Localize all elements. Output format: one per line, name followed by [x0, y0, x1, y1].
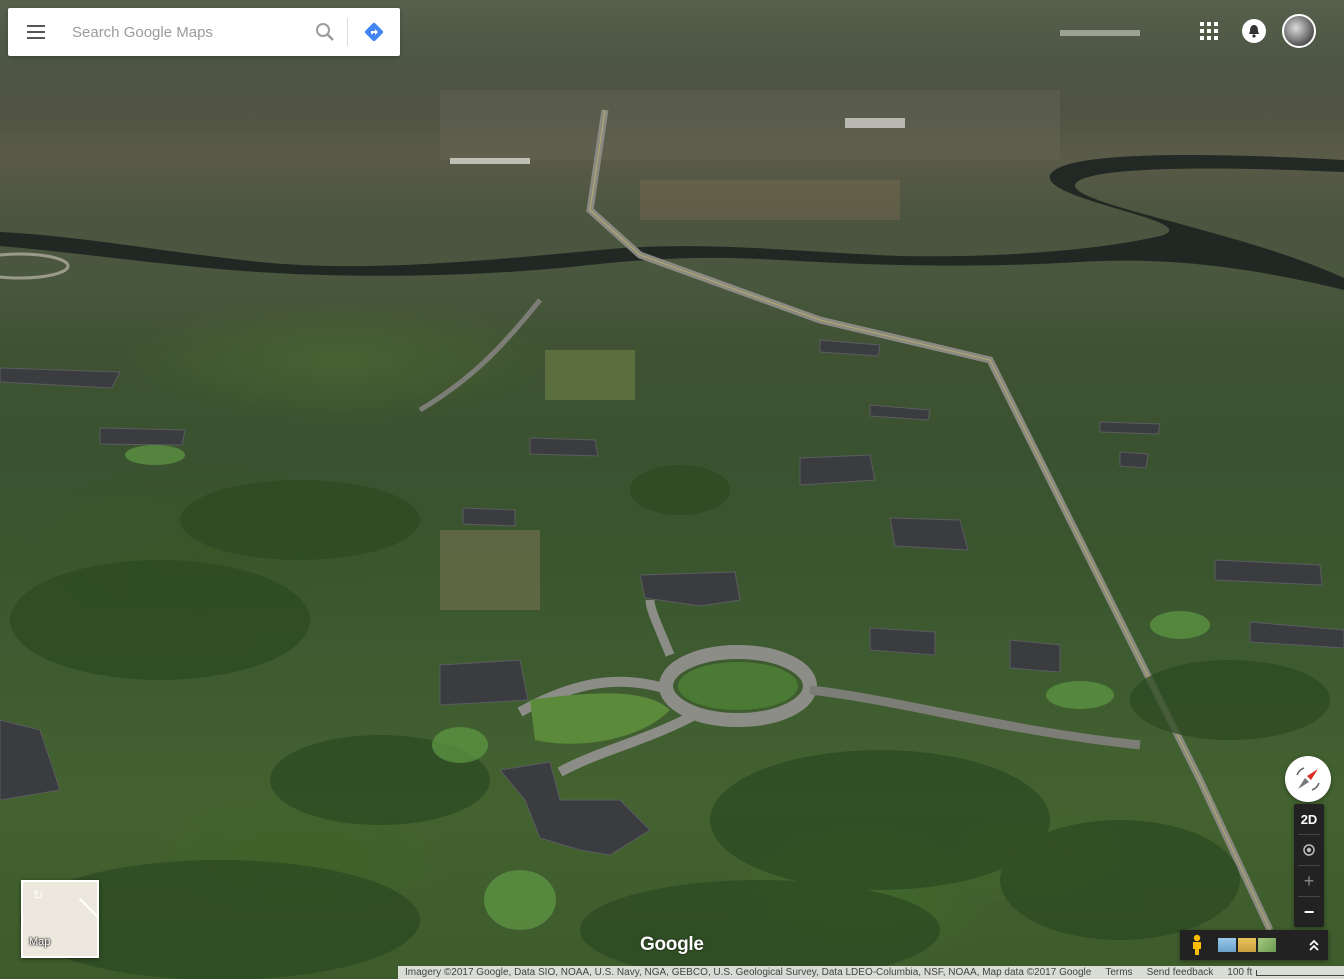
google-logo: Google	[640, 934, 704, 955]
bottom-widget	[1180, 930, 1328, 960]
my-location-icon[interactable]	[1294, 835, 1324, 865]
notifications-icon[interactable]	[1242, 19, 1266, 43]
search-input[interactable]	[64, 8, 303, 56]
search-icon[interactable]	[303, 8, 347, 56]
scale-indicator[interactable]: 100 ft	[1220, 967, 1344, 978]
satellite-map-view[interactable]	[0, 0, 1344, 979]
attribution-footer: Imagery ©2017 Google, Data SIO, NOAA, U.…	[398, 966, 1344, 979]
compass-icon[interactable]	[1285, 756, 1331, 802]
pegman-icon[interactable]	[1186, 933, 1208, 957]
map-type-toggle[interactable]: ↻ Map	[21, 880, 99, 958]
rotate-icon: ↻	[33, 888, 44, 902]
search-box	[8, 8, 400, 56]
satellite-imagery	[0, 30, 1344, 979]
attribution-text: Imagery ©2017 Google, Data SIO, NOAA, U.…	[405, 967, 1092, 978]
zoom-out-button[interactable]: −	[1294, 897, 1324, 927]
imagery-thumbnail-3[interactable]	[1258, 938, 1276, 952]
minimap-road	[78, 897, 97, 921]
send-feedback-link[interactable]: Send feedback	[1140, 967, 1221, 978]
hamburger-menu-icon[interactable]	[8, 8, 64, 56]
directions-icon[interactable]	[348, 8, 400, 56]
scale-label: 100 ft	[1227, 967, 1253, 978]
apps-grid-icon[interactable]	[1198, 20, 1220, 42]
tilt-2d-button[interactable]: 2D	[1294, 804, 1324, 834]
imagery-thumbnail-1[interactable]	[1218, 938, 1236, 952]
town-area	[440, 90, 1060, 160]
scale-bar	[1256, 969, 1344, 976]
map-controls: 2D + −	[1294, 804, 1324, 927]
terms-link[interactable]: Terms	[1098, 967, 1139, 978]
avatar[interactable]	[1282, 14, 1316, 48]
chevron-up-icon[interactable]	[1300, 930, 1328, 960]
minimap-label: Map	[29, 936, 51, 948]
zoom-in-button[interactable]: +	[1294, 866, 1324, 896]
imagery-thumbnail-2[interactable]	[1238, 938, 1256, 952]
